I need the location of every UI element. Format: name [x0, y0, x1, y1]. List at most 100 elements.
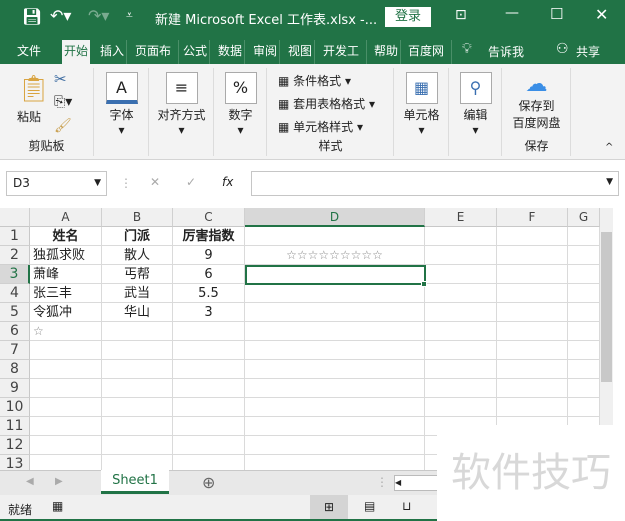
cell-D7[interactable] — [245, 341, 425, 360]
tab-insert[interactable]: 插入 — [98, 40, 128, 64]
share-button[interactable]: 共享 — [576, 43, 600, 60]
login-button[interactable]: 登录 — [385, 7, 431, 27]
cell-D12[interactable] — [245, 436, 425, 455]
enter-icon[interactable]: ✓ — [186, 175, 196, 189]
row-header-6[interactable]: 6 — [0, 322, 30, 341]
cell-E7[interactable] — [425, 341, 497, 360]
column-header-G[interactable]: G — [568, 208, 600, 227]
cell-B8[interactable] — [102, 360, 173, 379]
fill-handle[interactable] — [421, 281, 427, 287]
cell-F5[interactable] — [497, 303, 568, 322]
tab-review[interactable]: 审阅 — [251, 40, 281, 64]
tab-baidu[interactable]: 百度网盘 — [406, 40, 452, 64]
tab-home[interactable]: 开始 — [62, 40, 91, 64]
cell-G8[interactable] — [568, 360, 600, 379]
cell-B1[interactable]: 门派 — [102, 227, 173, 246]
cell-F10[interactable] — [497, 398, 568, 417]
row-header-10[interactable]: 10 — [0, 398, 30, 417]
cell-B2[interactable]: 散人 — [102, 246, 173, 265]
cell-B10[interactable] — [102, 398, 173, 417]
column-header-F[interactable]: F — [497, 208, 568, 227]
cell-F4[interactable] — [497, 284, 568, 303]
cell-B3[interactable]: 丐帮 — [102, 265, 173, 284]
cell-G2[interactable] — [568, 246, 600, 265]
undo-icon[interactable]: ↶▾ — [50, 6, 71, 25]
cell-A4[interactable]: 张三丰 — [30, 284, 102, 303]
cell-E8[interactable] — [425, 360, 497, 379]
cell-F2[interactable] — [497, 246, 568, 265]
cell-G4[interactable] — [568, 284, 600, 303]
row-header-7[interactable]: 7 — [0, 341, 30, 360]
tab-page-layout[interactable]: 页面布局 — [133, 40, 179, 64]
cell-A10[interactable] — [30, 398, 102, 417]
cell-E5[interactable] — [425, 303, 497, 322]
baidu-cloud-icon[interactable]: ☁ — [503, 72, 570, 97]
cell-F9[interactable] — [497, 379, 568, 398]
cell-D8[interactable] — [245, 360, 425, 379]
cell-G10[interactable] — [568, 398, 600, 417]
cell-G5[interactable] — [568, 303, 600, 322]
cell-D6[interactable] — [245, 322, 425, 341]
cell-B11[interactable] — [102, 417, 173, 436]
vertical-scrollbar[interactable] — [600, 208, 613, 425]
cell-A8[interactable] — [30, 360, 102, 379]
row-header-8[interactable]: 8 — [0, 360, 30, 379]
cell-B7[interactable] — [102, 341, 173, 360]
cell-A7[interactable] — [30, 341, 102, 360]
cell-E4[interactable] — [425, 284, 497, 303]
cell-styles-button[interactable]: ▦ 单元格样式 ▾ — [278, 118, 363, 135]
column-header-D[interactable]: D — [245, 208, 425, 227]
cell-G7[interactable] — [568, 341, 600, 360]
cell-G9[interactable] — [568, 379, 600, 398]
cell-C5[interactable]: 3 — [173, 303, 245, 322]
cell-E9[interactable] — [425, 379, 497, 398]
cell-F6[interactable] — [497, 322, 568, 341]
name-box[interactable]: D3 ▼ — [6, 171, 107, 196]
number-group[interactable]: % 数字 ▾ — [215, 68, 267, 156]
cell-D2[interactable]: ☆☆☆☆☆☆☆☆☆ — [245, 246, 425, 265]
column-header-C[interactable]: C — [173, 208, 245, 227]
cell-C1[interactable]: 厉害指数 — [173, 227, 245, 246]
cell-C12[interactable] — [173, 436, 245, 455]
cell-D1[interactable] — [245, 227, 425, 246]
cell-D5[interactable] — [245, 303, 425, 322]
alignment-group[interactable]: ≡ 对齐方式 ▾ — [150, 68, 214, 156]
cell-C7[interactable] — [173, 341, 245, 360]
editing-group[interactable]: ⚲ 编辑 ▾ — [450, 68, 502, 156]
cell-C8[interactable] — [173, 360, 245, 379]
conditional-format-button[interactable]: ▦ 条件格式 ▾ — [278, 72, 351, 89]
cell-A12[interactable] — [30, 436, 102, 455]
row-header-9[interactable]: 9 — [0, 379, 30, 398]
collapse-ribbon-icon[interactable]: ^ — [605, 142, 613, 153]
active-cell-D3[interactable] — [245, 265, 426, 285]
cell-G1[interactable] — [568, 227, 600, 246]
cells-group[interactable]: ▦ 单元格 ▾ — [395, 68, 449, 156]
tab-help[interactable]: 帮助 — [372, 40, 402, 64]
cell-E10[interactable] — [425, 398, 497, 417]
page-break-view-icon[interactable]: ⊔ — [402, 499, 411, 513]
cell-F8[interactable] — [497, 360, 568, 379]
cell-B9[interactable] — [102, 379, 173, 398]
normal-view-icon[interactable]: ⊞ — [310, 495, 348, 519]
format-table-button[interactable]: ▦ 套用表格格式 ▾ — [278, 95, 375, 112]
baidu-disk-label[interactable]: 百度网盘 — [503, 114, 570, 131]
cell-C6[interactable] — [173, 322, 245, 341]
cell-C9[interactable] — [173, 379, 245, 398]
tab-file[interactable]: 文件 — [15, 40, 43, 64]
cell-A2[interactable]: 独孤求败 — [30, 246, 102, 265]
customize-icon[interactable]: ⩡ — [126, 8, 133, 23]
cell-A11[interactable] — [30, 417, 102, 436]
tab-formulas[interactable]: 公式 — [181, 40, 211, 64]
cell-G6[interactable] — [568, 322, 600, 341]
add-sheet-icon[interactable]: ⊕ — [202, 473, 215, 492]
tab-view[interactable]: 视图 — [286, 40, 316, 64]
tab-developer[interactable]: 开发工具 — [321, 40, 367, 64]
cell-C4[interactable]: 5.5 — [173, 284, 245, 303]
page-layout-view-icon[interactable]: ▤ — [364, 499, 375, 513]
cell-A3[interactable]: 萧峰 — [30, 265, 102, 284]
cell-C2[interactable]: 9 — [173, 246, 245, 265]
cell-C11[interactable] — [173, 417, 245, 436]
macro-record-icon[interactable]: ▦ — [52, 499, 63, 513]
cancel-icon[interactable]: ✕ — [150, 175, 160, 189]
font-group[interactable]: A 字体 ▾ — [95, 68, 149, 156]
